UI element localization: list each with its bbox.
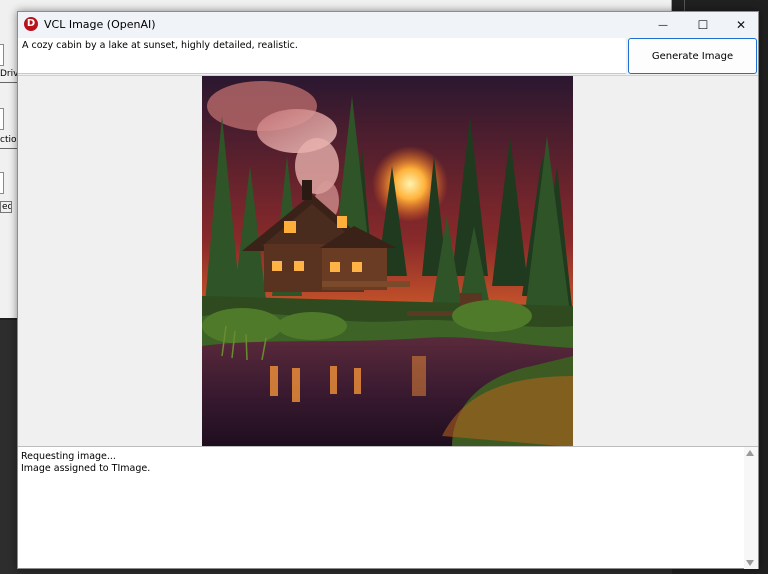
close-button[interactable]: ✕ (722, 12, 760, 38)
maximize-button[interactable]: ☐ (684, 12, 722, 38)
background-underline (0, 148, 18, 149)
log-memo[interactable]: Requesting image... Image assigned to TI… (18, 446, 758, 569)
background-field (0, 44, 4, 66)
title-bar[interactable]: D VCL Image (OpenAI) — ☐ ✕ (18, 12, 758, 38)
vertical-scrollbar[interactable] (744, 447, 758, 569)
background-label-1: Driv (0, 69, 18, 79)
background-label-3: eq (0, 201, 12, 213)
app-window: D VCL Image (OpenAI) — ☐ ✕ A cozy cabin … (17, 11, 759, 569)
log-lines: Requesting image... Image assigned to TI… (21, 451, 150, 475)
background-underline (0, 82, 18, 83)
delphi-app-icon: D (24, 17, 38, 31)
log-line: Image assigned to TImage. (21, 463, 151, 474)
background-label-2: ctio (0, 135, 17, 145)
scroll-down-arrow-icon[interactable] (746, 560, 754, 566)
close-icon: ✕ (735, 18, 747, 32)
window-title: VCL Image (OpenAI) (44, 18, 156, 31)
generated-cabin-image (202, 76, 573, 447)
background-desktop-bottom (0, 320, 18, 574)
generate-image-button[interactable]: Generate Image (628, 38, 757, 74)
background-divider (0, 318, 18, 320)
minimize-icon: — (658, 19, 668, 31)
image-panel (18, 75, 758, 447)
log-line: Requesting image... (21, 451, 116, 462)
scroll-up-arrow-icon[interactable] (746, 450, 754, 456)
maximize-icon: ☐ (697, 18, 709, 32)
minimize-button[interactable]: — (644, 12, 682, 38)
cabin-sunset-illustration (202, 76, 573, 447)
background-field (0, 172, 4, 194)
prompt-input[interactable]: A cozy cabin by a lake at sunset, highly… (18, 38, 626, 74)
background-field (0, 108, 4, 130)
